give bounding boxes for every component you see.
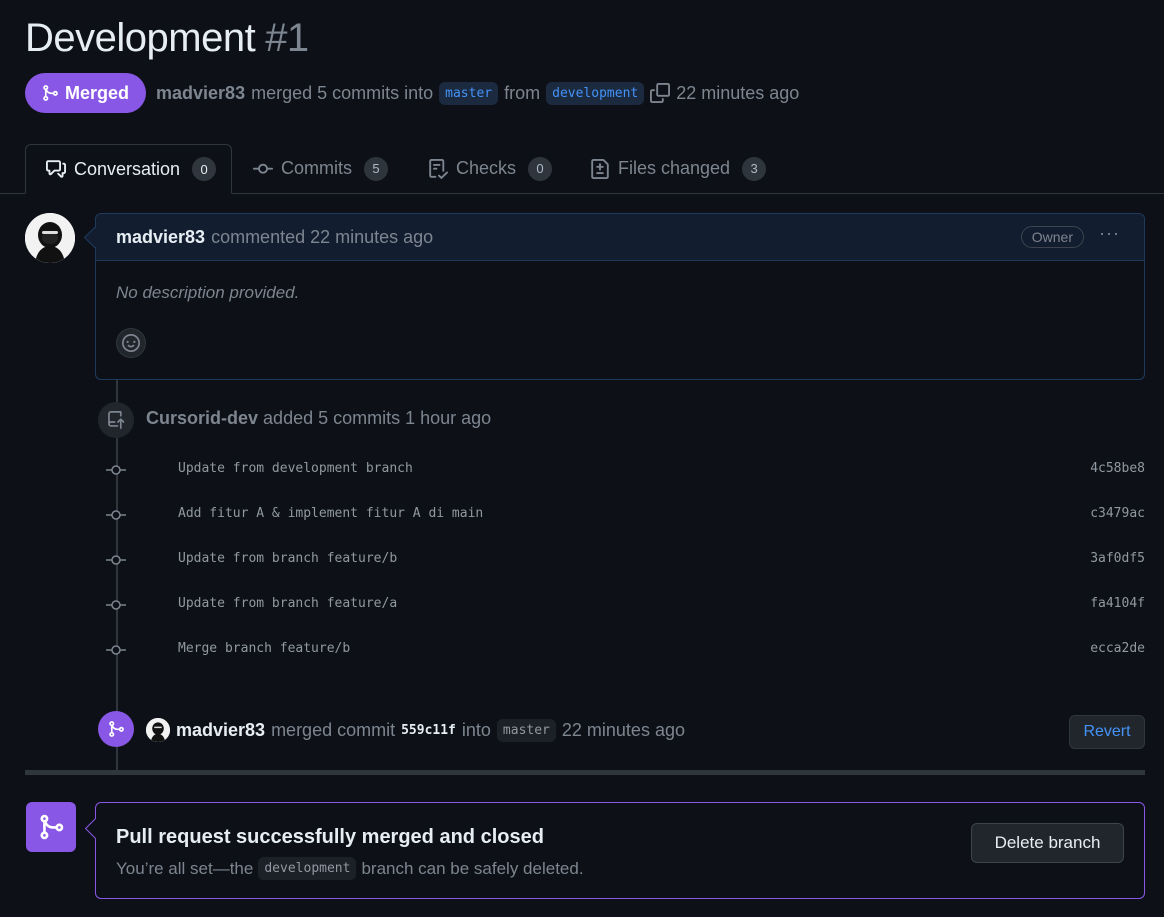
- revert-button[interactable]: Revert: [1069, 715, 1145, 749]
- comment-header: madvier83 commented 22 minutes ago Owner…: [83, 214, 1144, 261]
- comment-card: madvier83 commented 22 minutes ago Owner…: [83, 213, 1145, 380]
- commit-sha-link[interactable]: 3af0df5: [1090, 551, 1145, 566]
- commits-actor-link[interactable]: Cursorid-dev: [146, 408, 258, 428]
- pr-meta: Merged madvier83 merged 5 commits into m…: [25, 73, 799, 113]
- timeline-divider: [25, 770, 1145, 775]
- git-commit-icon: [106, 510, 126, 520]
- delete-branch-button[interactable]: Delete branch: [971, 823, 1124, 863]
- pr-author-link[interactable]: madvier83: [156, 83, 245, 104]
- pr-tabs: Conversation 0 Commits 5 Checks 0 Files …: [0, 144, 1164, 194]
- tab-label: Commits: [281, 158, 352, 178]
- git-merge-icon: [98, 711, 134, 747]
- comment-discussion-icon: [46, 160, 66, 178]
- merge-target-branch[interactable]: master: [496, 718, 556, 742]
- commit-sha-link[interactable]: fa4104f: [1090, 596, 1145, 611]
- copy-icon[interactable]: [650, 83, 671, 103]
- owner-badge: Owner: [1020, 226, 1084, 248]
- pr-summary-text: merged 5 commits into: [251, 82, 434, 103]
- merge-commit-sha-link[interactable]: 559c11f: [401, 723, 456, 738]
- merge-time[interactable]: 22 minutes ago: [562, 720, 685, 741]
- merged-sub-suffix: branch can be safely deleted.: [361, 858, 584, 878]
- tab-label: Checks: [456, 158, 517, 178]
- avatar[interactable]: [146, 718, 170, 742]
- commit-message-link[interactable]: Add fitur A & implement fitur A di main: [178, 506, 483, 521]
- commit-message-link[interactable]: Update from development branch: [178, 461, 413, 476]
- avatar[interactable]: [25, 213, 75, 263]
- comment-author-link[interactable]: madvier83: [116, 227, 205, 248]
- git-merge-icon: [26, 802, 76, 852]
- commit-message-link[interactable]: Update from branch feature/a: [178, 596, 397, 611]
- merged-sub-prefix: You’re all set—the: [116, 858, 254, 878]
- page-title: Development #1: [25, 16, 309, 61]
- deletable-branch: development: [258, 857, 357, 880]
- repo-push-icon: [98, 402, 134, 438]
- smiley-icon: [122, 334, 140, 352]
- base-branch-link[interactable]: master: [439, 81, 499, 105]
- from-text: from: [504, 82, 541, 103]
- tab-counter: 0: [192, 157, 217, 181]
- checklist-icon: [429, 158, 448, 179]
- commit-row: Update from branch feature/a fa4104f: [0, 593, 1164, 617]
- commit-message-link[interactable]: Update from branch feature/b: [178, 551, 397, 566]
- tab-label: Files changed: [618, 158, 731, 178]
- commit-sha-link[interactable]: ecca2de: [1090, 641, 1145, 656]
- git-commit-icon: [106, 645, 126, 655]
- git-commit-icon: [106, 600, 126, 610]
- kebab-icon[interactable]: ···: [1099, 223, 1120, 244]
- pr-number: #1: [265, 16, 309, 60]
- pr-time: 22 minutes ago: [676, 82, 800, 103]
- merge-desc: merged commit: [271, 719, 396, 740]
- commits-event-desc: added 5 commits 1 hour ago: [263, 408, 492, 428]
- merge-event-text: madvier83 merged commit 559c11f into mas…: [146, 717, 685, 743]
- add-reaction-button[interactable]: [116, 328, 146, 358]
- comment-pointer: [83, 226, 106, 249]
- merged-subtitle: You’re all set—the development branch ca…: [116, 857, 584, 880]
- git-commit-icon: [106, 465, 126, 475]
- merge-actor-link[interactable]: madvier83: [176, 720, 265, 741]
- pr-title: Development: [25, 16, 256, 60]
- tab-counter: 0: [528, 156, 553, 181]
- comment-action[interactable]: commented 22 minutes ago: [211, 227, 433, 248]
- tab-counter: 3: [742, 156, 767, 181]
- tab-counter: 5: [364, 156, 388, 181]
- merged-status-label: Merged: [65, 82, 130, 103]
- commits-event-text: Cursorid-dev added 5 commits 1 hour ago: [146, 408, 491, 429]
- pr-summary: madvier83 merged 5 commits into master f…: [156, 81, 800, 105]
- commit-row: Merge branch feature/b ecca2de: [0, 638, 1164, 662]
- tab-commits[interactable]: Commits 5: [253, 144, 388, 193]
- merged-title: Pull request successfully merged and clo…: [116, 826, 544, 848]
- merged-box-pointer: [84, 817, 107, 840]
- commit-sha-link[interactable]: 4c58be8: [1090, 461, 1145, 476]
- commit-sha-link[interactable]: c3479ac: [1090, 506, 1145, 521]
- git-merge-icon: [43, 85, 58, 101]
- file-diff-icon: [591, 158, 609, 179]
- git-commit-icon: [106, 555, 126, 565]
- commit-row: Add fitur A & implement fitur A di main …: [0, 503, 1164, 527]
- git-commit-icon: [253, 163, 273, 174]
- commit-message-link[interactable]: Merge branch feature/b: [178, 641, 350, 656]
- merged-status-badge: Merged: [25, 73, 147, 113]
- tab-checks[interactable]: Checks 0: [428, 144, 553, 193]
- commit-row: Update from development branch 4c58be8: [0, 458, 1164, 482]
- merge-into-text: into: [461, 719, 491, 740]
- tab-label: Conversation: [74, 158, 181, 179]
- tab-files-changed[interactable]: Files changed 3: [590, 144, 767, 193]
- commit-row: Update from branch feature/b 3af0df5: [0, 548, 1164, 572]
- comment-body: No description provided.: [116, 283, 300, 302]
- merged-status-box: Pull request successfully merged and clo…: [84, 802, 1145, 899]
- tab-conversation[interactable]: Conversation 0: [25, 144, 232, 194]
- head-branch-link[interactable]: development: [546, 81, 645, 105]
